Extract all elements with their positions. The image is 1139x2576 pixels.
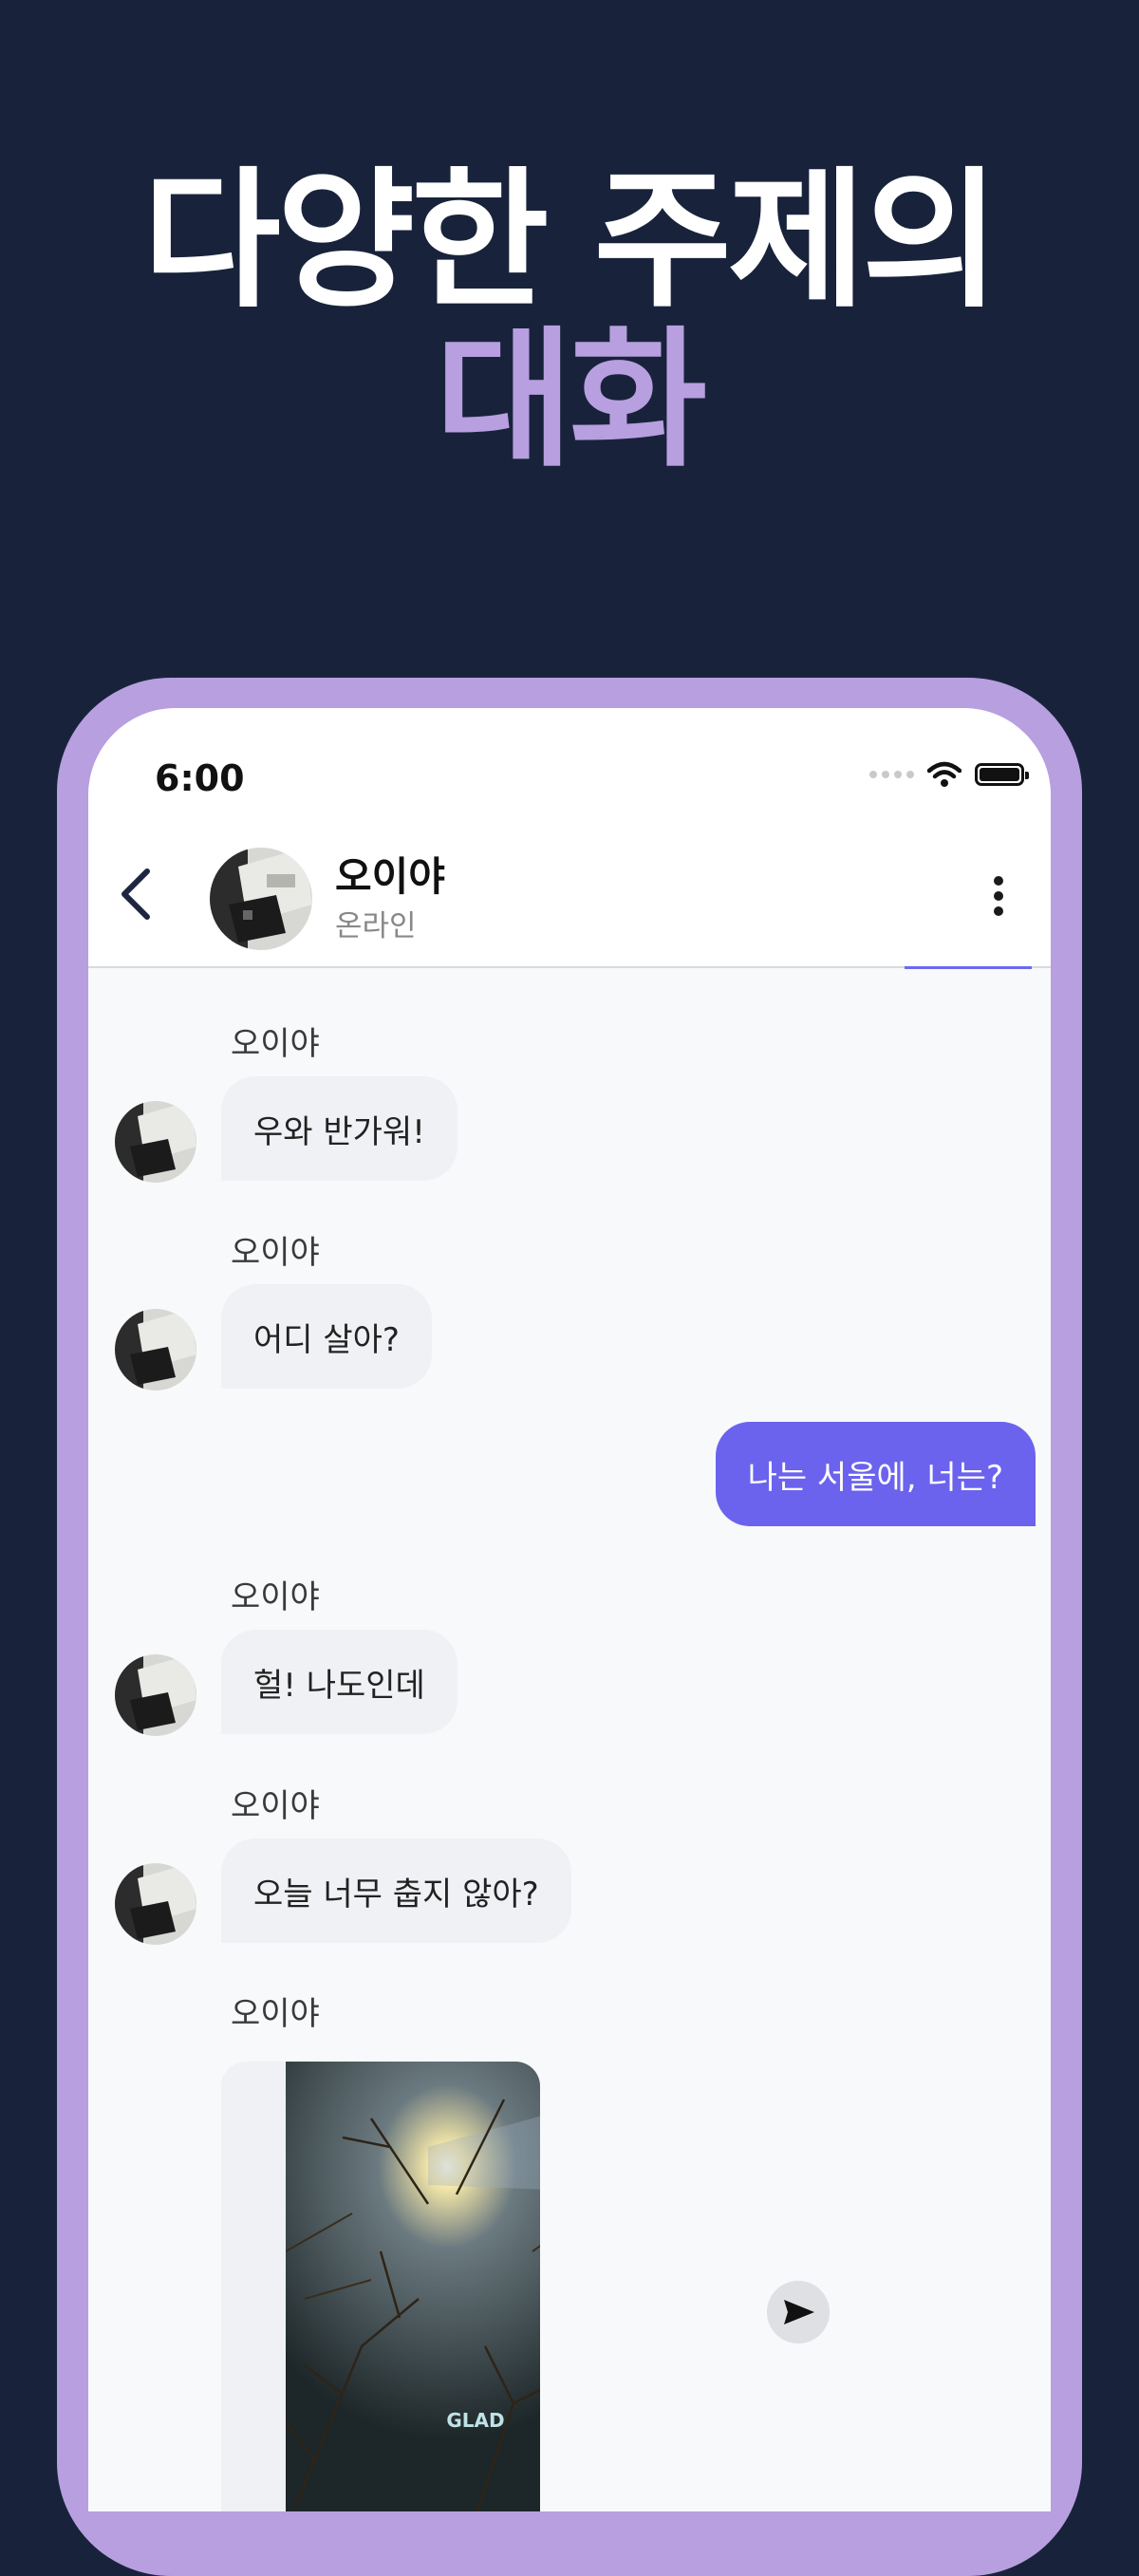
- more-options-button[interactable]: [984, 868, 1013, 924]
- battery-icon: [975, 763, 1029, 786]
- message-bubble[interactable]: 우와 반가워!: [221, 1076, 457, 1181]
- message-photo[interactable]: GLAD: [286, 2062, 540, 2511]
- phone-screen: 6:00 오이야 온라인 오이야 우와 반가워! 오이야 어디 살아? 나는 서…: [88, 708, 1051, 2511]
- message-bubble[interactable]: 오늘 너무 춥지 않아?: [221, 1839, 571, 1943]
- sender-name: 오이야: [231, 1995, 320, 2033]
- contact-avatar[interactable]: [210, 848, 312, 950]
- sign-text: GLAD: [446, 2409, 504, 2432]
- status-time: 6:00: [155, 757, 245, 799]
- status-bar: 6:00: [88, 708, 1051, 822]
- headline-line-1: 다양한 주제의: [142, 154, 999, 328]
- contact-status: 온라인: [335, 909, 417, 943]
- contact-name: 오이야: [335, 853, 445, 900]
- scroll-indicator: [905, 966, 1032, 969]
- share-button[interactable]: [767, 2281, 830, 2343]
- message-bubble[interactable]: 헐! 나도인데: [221, 1630, 457, 1734]
- sender-avatar[interactable]: [115, 1863, 196, 1945]
- sender-avatar[interactable]: [115, 1101, 196, 1183]
- sender-name: 오이야: [231, 1025, 320, 1063]
- wifi-icon: [927, 761, 962, 787]
- image-message[interactable]: GLAD: [221, 2062, 540, 2511]
- signal-icon: [869, 771, 914, 778]
- chat-header: 오이야 온라인: [88, 822, 1051, 968]
- sender-name: 오이야: [231, 1234, 320, 1272]
- sender-name: 오이야: [231, 1578, 320, 1616]
- sender-name: 오이야: [231, 1787, 320, 1825]
- back-button[interactable]: [109, 860, 162, 928]
- message-bubble[interactable]: 어디 살아?: [221, 1284, 432, 1389]
- headline-line-2: 대화: [435, 313, 708, 488]
- sender-avatar[interactable]: [115, 1309, 196, 1391]
- promo-headline: 다양한 주제의 대화: [0, 161, 1139, 480]
- sender-avatar[interactable]: [115, 1654, 196, 1736]
- message-bubble-outgoing[interactable]: 나는 서울에, 너는?: [715, 1422, 1036, 1526]
- status-icons: [869, 761, 1029, 788]
